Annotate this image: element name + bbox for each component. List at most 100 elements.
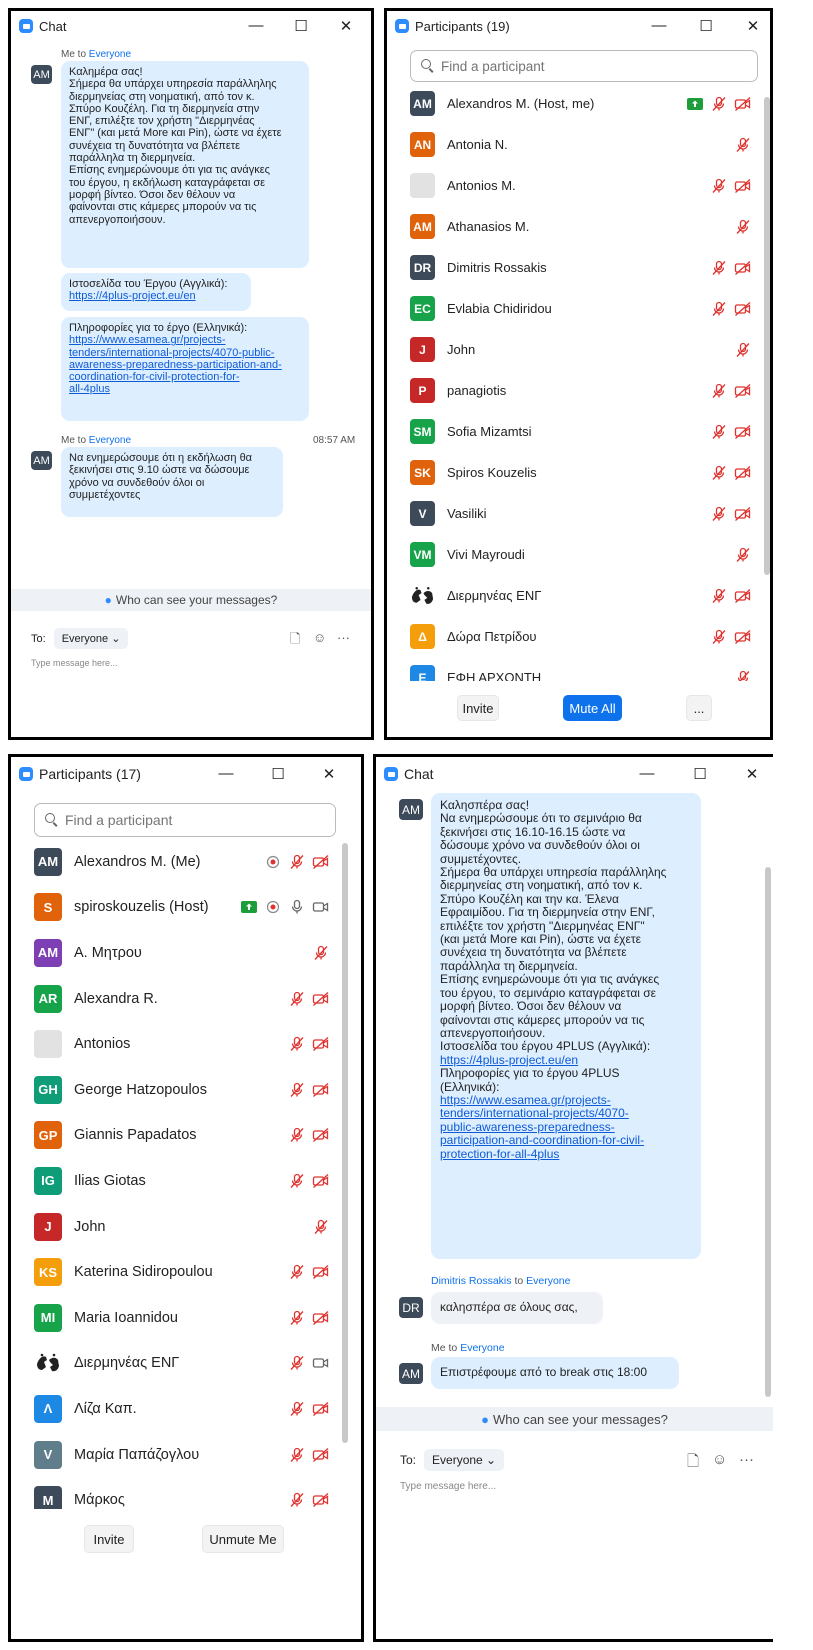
participant-avatar: J [34,1212,62,1241]
text-line: του έργου, το σεμινάριο καταγράφεται σε [440,985,657,1000]
participant-row[interactable]: SK Spiros Kouzelis [410,452,756,493]
maximize-button[interactable]: ☐ [292,17,310,35]
recipient-dropdown[interactable]: Everyone ⌄ [53,628,129,649]
file-icon[interactable]: 🗋 [687,1451,699,1476]
participant-row[interactable]: AM Athanasios M. [410,206,756,247]
participant-row[interactable]: DR Dimitris Rossakis [410,247,756,288]
project-link[interactable]: https://4plus-project.eu/en [440,1053,692,1067]
participants-titlebar: Participants (17) — ☐ ✕ [11,757,361,791]
close-button[interactable]: ✕ [744,17,762,35]
minimize-button[interactable]: — [247,17,265,34]
participant-row[interactable]: J John [410,329,756,370]
minimize-button[interactable]: — [217,765,235,782]
participant-row[interactable]: Antonios [34,1021,334,1067]
link-line[interactable]: protection-for-all-4plus [440,1147,692,1161]
search-input[interactable] [441,58,718,74]
search-icon [421,59,435,73]
scrollbar[interactable] [764,97,770,575]
participant-row[interactable]: Διερμηνέας ΕΝΓ [410,575,756,616]
participant-avatar: Ε [410,665,435,681]
link-line[interactable]: tenders/international-projects/4070- [440,1106,692,1120]
scrollbar[interactable] [765,867,771,1397]
participant-name: Alexandra R. [74,990,158,1007]
unmute-me-button[interactable]: Unmute Me [202,1525,284,1553]
recipient-link[interactable]: Everyone [460,1342,504,1354]
participant-row[interactable]: Δ Δώρα Πετρίδου [410,616,756,657]
invite-button[interactable]: Invite [84,1525,134,1553]
file-icon[interactable]: 🗋 [290,630,300,652]
participant-row[interactable]: V Vasiliki [410,493,756,534]
esamea-link[interactable]: https://www.esamea.gr/projects-tenders/i… [69,334,301,395]
participant-row[interactable]: IG Ilias Giotas [34,1158,334,1204]
message-input[interactable]: Type message here... [400,1481,496,1492]
more-icon[interactable]: ··· [337,630,350,645]
link-line[interactable]: participation-and-coordination-for-civil… [440,1133,692,1147]
participant-row[interactable]: AR Alexandra R. [34,976,334,1022]
video-off-icon [312,1401,330,1417]
participant-row[interactable]: MI Maria Ioannidou [34,1295,334,1341]
maximize-button[interactable]: ☐ [269,765,287,783]
invite-button[interactable]: Invite [457,695,499,721]
recipient-link[interactable]: Everyone [89,49,131,60]
participant-search[interactable] [34,803,336,837]
participant-row[interactable]: Antonios M. [410,165,756,206]
maximize-button[interactable]: ☐ [691,765,709,783]
link-line[interactable]: tenders/international-projects/4070-publ… [69,347,301,359]
link-line[interactable]: awareness-preparedness-participation-and… [69,359,301,371]
participant-row[interactable]: GP Giannis Papadatos [34,1113,334,1159]
sender-link[interactable]: Dimitris Rossakis [431,1275,512,1287]
participant-row[interactable]: Ppanagiotis [410,370,756,411]
participant-row[interactable]: J John [34,1204,334,1250]
participant-row[interactable]: Διερμηνέας ΕΝΓ [34,1341,334,1387]
maximize-button[interactable]: ☐ [697,17,715,35]
participant-row[interactable]: V Μαρία Παπάζογλου [34,1432,334,1478]
emoji-icon[interactable]: ☺ [313,630,326,645]
link-line[interactable]: coordination-for-civil-protection-for- [69,371,301,383]
message-text: Καλησπέρα σας! Να ενημερώσουμε ότι το σεμ… [440,798,692,1054]
scrollbar[interactable] [342,843,348,1443]
participant-row[interactable]: Ε ΕΦΗ ΑΡΧΟΝΤΗ [410,657,756,681]
participant-row[interactable]: VM Vivi Mayroudi [410,534,756,575]
link-line[interactable]: https://www.esamea.gr/projects- [69,334,301,346]
more-icon[interactable]: ··· [739,1451,754,1468]
link-line[interactable]: all-4plus [69,383,301,395]
participant-row[interactable]: Λ Λίζα Καπ. [34,1386,334,1432]
recipient-dropdown[interactable]: Everyone ⌄ [424,1449,505,1471]
link-line[interactable]: https://www.esamea.gr/projects- [440,1093,692,1107]
recipient-link[interactable]: Everyone [89,435,131,446]
video-off-icon [312,1447,330,1463]
project-link[interactable]: https://4plus-project.eu/en [69,290,196,302]
participant-row[interactable]: AM Α. Μητρου [34,930,334,976]
close-button[interactable]: ✕ [743,765,761,783]
participant-row[interactable]: SM Sofia Mizamtsi [410,411,756,452]
participant-search[interactable] [410,50,758,82]
message-input[interactable]: Type message here... [31,658,118,668]
participant-row[interactable]: M Μάρκος [34,1477,334,1509]
recording-icon [264,899,282,915]
participant-row[interactable]: EC Evlabia Chidiridou [410,288,756,329]
more-button[interactable]: ... [686,695,712,721]
esamea-link[interactable]: https://www.esamea.gr/projects-tenders/i… [440,1093,692,1161]
participant-row[interactable]: AN Antonia N. [410,124,756,165]
recipient-link[interactable]: Everyone [526,1275,570,1287]
close-button[interactable]: ✕ [337,17,355,35]
minimize-button[interactable]: — [638,765,656,782]
emoji-icon[interactable]: ☺ [712,1451,727,1468]
participant-status-icons [288,1355,330,1371]
participant-row[interactable]: Sspiroskouzelis (Host) [34,885,334,931]
participant-row[interactable]: AM Alexandros M. (Me) [34,839,334,885]
minimize-button[interactable]: — [650,17,668,34]
mute-all-button[interactable]: Mute All [563,695,622,721]
link-line[interactable]: public-awareness-preparedness- [440,1120,692,1134]
who-can-see-banner[interactable]: ● Who can see your messages? [11,589,371,611]
text-line: φαίνονται στις κάμερες μπορούν να τις [440,1012,645,1027]
participant-row[interactable]: AM Alexandros M. (Host, me) [410,83,756,124]
participant-status-icons [312,945,330,961]
close-button[interactable]: ✕ [320,765,338,783]
search-input[interactable] [65,812,305,828]
who-can-see-banner[interactable]: ● Who can see your messages? [376,1407,773,1431]
participant-name: Katerina Sidiropoulou [74,1264,213,1281]
video-off-icon [734,424,752,440]
participant-row[interactable]: GH George Hatzopoulos [34,1067,334,1113]
participant-row[interactable]: KS Katerina Sidiropoulou [34,1249,334,1295]
